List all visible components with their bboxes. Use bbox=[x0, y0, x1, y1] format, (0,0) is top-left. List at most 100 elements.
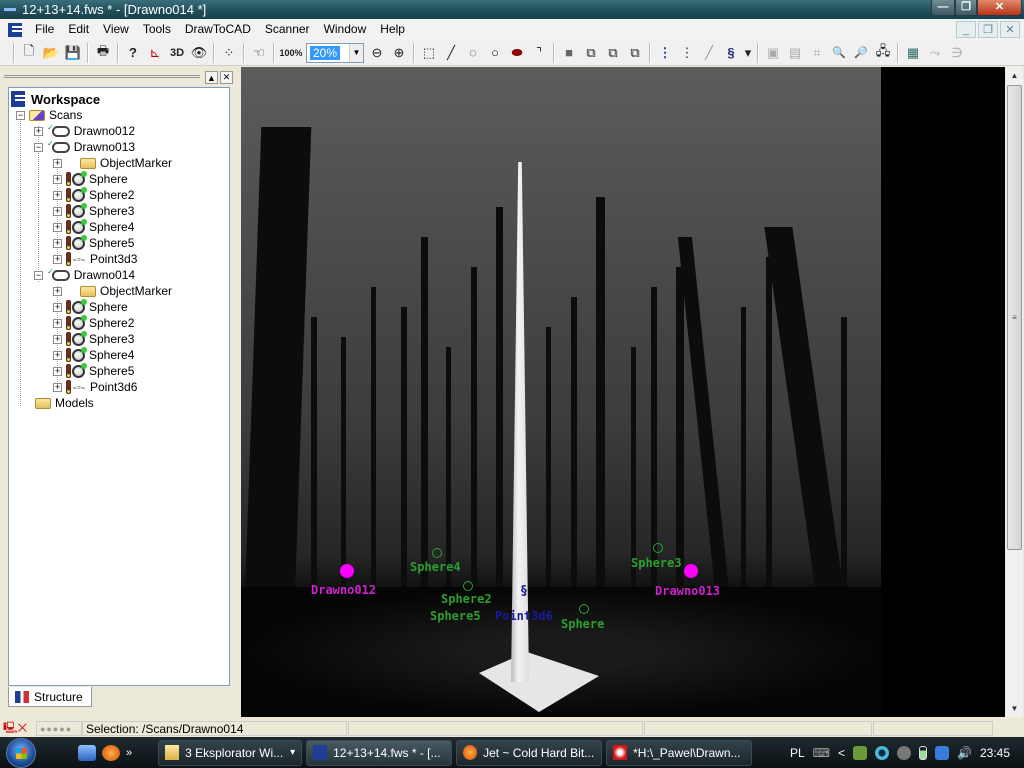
close-button[interactable]: ✕ bbox=[977, 0, 1022, 16]
expand-icon[interactable]: + bbox=[53, 238, 62, 248]
network-icon[interactable]: 🖧 bbox=[872, 42, 894, 64]
language-indicator[interactable]: PL bbox=[790, 746, 805, 760]
point-pin-icon[interactable]: § bbox=[520, 584, 528, 599]
menu-tools[interactable]: Tools bbox=[136, 19, 178, 40]
3d-icon[interactable]: 3D bbox=[166, 42, 188, 64]
task-firefox[interactable]: Jet ~ Cold Hard Bit... bbox=[456, 739, 603, 766]
mdi-minimize-button[interactable]: _ bbox=[956, 21, 976, 38]
panel-grip[interactable] bbox=[4, 75, 200, 78]
circle-select-icon[interactable]: ○ bbox=[484, 42, 506, 64]
update-icon[interactable] bbox=[897, 745, 912, 760]
rect-select-icon[interactable]: ⬚ bbox=[418, 42, 440, 64]
tree-node-objectmarker[interactable]: + ObjectMarker bbox=[53, 155, 172, 171]
menu-view[interactable]: View bbox=[96, 19, 136, 40]
collapse-icon[interactable]: − bbox=[16, 110, 25, 120]
expand-icon[interactable]: + bbox=[34, 126, 43, 136]
expand-icon[interactable]: + bbox=[53, 366, 62, 376]
toolbar-grip[interactable] bbox=[13, 42, 15, 63]
register-icon[interactable]: ▦ bbox=[902, 42, 924, 64]
menu-help[interactable]: Help bbox=[373, 19, 412, 40]
boxes-intersect-icon[interactable]: ⧉ bbox=[624, 42, 646, 64]
tree-node-sphere2[interactable]: + Sphere2 bbox=[53, 186, 134, 203]
show-desktop-icon[interactable] bbox=[78, 744, 96, 761]
sphere-target-icon[interactable] bbox=[463, 581, 473, 591]
window-search-icon[interactable]: 🔎 bbox=[850, 42, 872, 64]
task-faro-scene[interactable]: 12+13+14.fws * - [... bbox=[306, 739, 453, 766]
zoom-level-select[interactable]: 20% ▼ bbox=[306, 42, 364, 63]
tree-node-drawno013[interactable]: − ✓ Drawno013 bbox=[34, 139, 135, 155]
tree-node-drawno014[interactable]: − ✓ Drawno014 bbox=[34, 267, 135, 283]
workspace-tree[interactable]: Workspace − Scans + ✓ Drawno012 − ✓ Draw… bbox=[8, 87, 230, 686]
tray-expand-icon[interactable]: < bbox=[838, 746, 845, 760]
start-button[interactable] bbox=[0, 737, 42, 768]
tree-node-point3d3[interactable]: + -◦- Point3d3 bbox=[53, 251, 137, 267]
scan-mesh-icon[interactable]: ⌗ bbox=[806, 42, 828, 64]
mdi-close-button[interactable]: ✕ bbox=[1000, 21, 1020, 38]
expand-icon[interactable]: + bbox=[53, 382, 62, 392]
lasso-icon[interactable]: ◌ bbox=[462, 42, 484, 64]
expand-icon[interactable]: + bbox=[53, 350, 62, 360]
network-agent-icon[interactable] bbox=[875, 745, 890, 760]
network-icon[interactable] bbox=[935, 745, 950, 760]
collapse-icon[interactable]: − bbox=[34, 270, 43, 280]
viewport-scrollbar[interactable]: ▲ ≡ ▼ bbox=[1006, 67, 1023, 717]
menu-drawtocad[interactable]: DrawToCAD bbox=[178, 19, 258, 40]
collapse-icon[interactable]: − bbox=[34, 142, 43, 152]
line-icon[interactable]: ╱ bbox=[440, 42, 462, 64]
scan-search-icon[interactable]: 🔍 bbox=[828, 42, 850, 64]
scroll-up-arrow[interactable]: ▲ bbox=[1006, 67, 1023, 84]
boxes-diff-icon[interactable]: ⧉ bbox=[602, 42, 624, 64]
list-bracket-icon[interactable]: ⋮ bbox=[676, 42, 698, 64]
pin-icon[interactable]: § bbox=[720, 42, 742, 64]
scan-frame-icon[interactable]: ▤ bbox=[784, 42, 806, 64]
expand-icon[interactable]: + bbox=[53, 158, 62, 168]
print-icon[interactable]: 🖶 bbox=[92, 42, 114, 64]
expand-icon[interactable]: + bbox=[53, 302, 62, 312]
label-sphere5[interactable]: Sphere5 bbox=[430, 609, 481, 623]
clock[interactable]: 23:45 bbox=[980, 746, 1010, 760]
expand-icon[interactable]: + bbox=[53, 254, 62, 264]
box-icon[interactable]: ■ bbox=[558, 42, 580, 64]
tree-node-sphere5[interactable]: + Sphere5 bbox=[53, 234, 134, 251]
battery-icon[interactable] bbox=[919, 745, 928, 760]
corner-icon[interactable]: ⌝ bbox=[528, 42, 550, 64]
link-icon[interactable]: ⤳ bbox=[924, 42, 946, 64]
expand-icon[interactable]: + bbox=[53, 206, 62, 216]
tree-node-sphere4[interactable]: + Sphere4 bbox=[53, 218, 134, 235]
axes-icon[interactable]: ⊾ bbox=[144, 42, 166, 64]
app-logo-icon[interactable] bbox=[8, 22, 22, 37]
label-point3d6[interactable]: Point3d6 bbox=[495, 609, 553, 623]
pan-hand-icon[interactable]: ☜ bbox=[248, 42, 270, 64]
unlink-icon[interactable]: ∋ bbox=[946, 42, 968, 64]
zoom-100-icon[interactable]: 100% bbox=[278, 42, 304, 64]
firefox-icon[interactable] bbox=[102, 744, 120, 761]
pin-dropdown-icon[interactable]: ▾ bbox=[742, 42, 754, 64]
sphere-target-icon[interactable] bbox=[579, 604, 589, 614]
maximize-button[interactable]: ❐ bbox=[955, 0, 977, 16]
label-sphere2[interactable]: Sphere2 bbox=[441, 592, 492, 606]
label-sphere3[interactable]: Sphere3 bbox=[631, 556, 682, 570]
task-explorer[interactable]: 3 Eksplorator Wi... ▾ bbox=[158, 739, 303, 766]
antivirus-icon[interactable] bbox=[853, 745, 868, 760]
scan-camera-icon[interactable]: ▣ bbox=[762, 42, 784, 64]
expand-icon[interactable]: + bbox=[53, 174, 62, 184]
scan-position-drawno013[interactable] bbox=[684, 564, 698, 578]
quick-launch-overflow-icon[interactable]: » bbox=[126, 747, 132, 759]
panel-up-button[interactable]: ▲ bbox=[205, 71, 218, 84]
tree-node-sphere[interactable]: + Sphere bbox=[53, 298, 128, 315]
sphere-target-icon[interactable] bbox=[653, 543, 663, 553]
expand-icon[interactable]: + bbox=[53, 190, 62, 200]
tree-node-sphere2[interactable]: + Sphere2 bbox=[53, 314, 134, 331]
brush-icon[interactable]: ⬬ bbox=[506, 42, 528, 64]
tab-structure[interactable]: Structure bbox=[8, 687, 92, 707]
list-dots-icon[interactable]: ⋮ bbox=[654, 42, 676, 64]
scan-position-drawno012[interactable] bbox=[340, 564, 354, 578]
tree-node-sphere[interactable]: + Sphere bbox=[53, 170, 128, 187]
points-icon[interactable]: ⁘ bbox=[218, 42, 240, 64]
menu-scanner[interactable]: Scanner bbox=[258, 19, 317, 40]
point-cloud-scene[interactable]: Drawno012 Drawno013 Sphere4 Sphere3 Sphe… bbox=[241, 67, 881, 717]
chevron-down-icon[interactable]: ▾ bbox=[290, 747, 295, 758]
tree-node-sphere3[interactable]: + Sphere3 bbox=[53, 330, 134, 347]
chevron-down-icon[interactable]: ▼ bbox=[349, 43, 363, 62]
tree-node-models[interactable]: Models bbox=[35, 395, 94, 411]
